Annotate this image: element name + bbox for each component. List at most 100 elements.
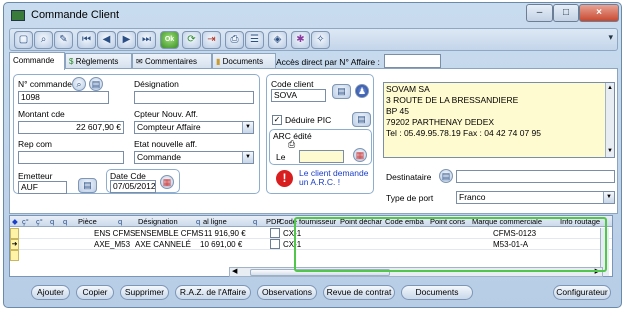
deduire-checkbox[interactable]: ✓: [272, 115, 282, 125]
destinataire-input[interactable]: [456, 170, 615, 183]
cell-total[interactable]: 10 691,00 €: [200, 240, 242, 249]
access-input[interactable]: [384, 54, 441, 68]
pdp-checkbox[interactable]: [270, 228, 280, 238]
bucket-icon[interactable]: ◈: [268, 31, 287, 49]
title-bar: Commande Client – □ ×: [4, 3, 621, 27]
cell-total[interactable]: 11 916,90 €: [204, 229, 246, 238]
repcom-label: Rep com: [18, 139, 53, 149]
folder-icon: ▮: [216, 57, 221, 66]
search-icon[interactable]: ⌕: [34, 31, 53, 49]
copier-button[interactable]: Copier: [76, 285, 114, 300]
calendar-icon[interactable]: ▦: [353, 148, 367, 162]
revue-contrat-button[interactable]: Revue de contrat: [323, 285, 395, 300]
search-icon[interactable]: q: [50, 217, 54, 226]
first-icon[interactable]: ⏮: [77, 31, 96, 49]
tab-commande[interactable]: Commande: [9, 52, 65, 70]
add-line-icon[interactable]: ◆: [12, 217, 18, 226]
destinataire-lookup-icon[interactable]: ▤: [439, 169, 453, 183]
close-button[interactable]: ×: [579, 4, 619, 22]
pdp-checkbox[interactable]: [270, 239, 280, 249]
chevron-down-icon[interactable]: ▼: [603, 192, 614, 203]
scroll-up-icon[interactable]: ▲: [606, 83, 614, 94]
tab-reglements[interactable]: $ Règlements: [65, 53, 132, 69]
tools-icon[interactable]: ✧: [311, 31, 330, 49]
ok-icon[interactable]: Ok: [160, 31, 179, 49]
new-doc-icon[interactable]: ▢: [14, 31, 33, 49]
supprimer-button[interactable]: Supprimer: [120, 285, 169, 300]
lookup-icon[interactable]: ▤: [89, 77, 103, 91]
search-icon[interactable]: q: [118, 217, 122, 226]
search-icon[interactable]: q: [63, 217, 67, 226]
row-indicator[interactable]: [10, 228, 19, 239]
etat-value: Commande: [137, 152, 181, 162]
datecde-input[interactable]: 07/05/2012: [110, 180, 156, 193]
edit-list-icon[interactable]: ☰: [245, 31, 264, 49]
designation-input[interactable]: [134, 91, 254, 104]
cell-designation[interactable]: ENSEMBLE CFMS: [135, 229, 203, 238]
window-title: Commande Client: [31, 9, 120, 21]
sort-icon[interactable]: ç°: [22, 217, 29, 226]
settings-icon[interactable]: ✱: [291, 31, 310, 49]
tab-commentaires[interactable]: ✉ Commentaires: [132, 53, 212, 69]
row-indicator[interactable]: [10, 250, 19, 261]
user-icon[interactable]: ♟: [355, 84, 369, 98]
col-total-ligne[interactable]: al ligne: [203, 217, 227, 226]
next-icon[interactable]: ▶: [117, 31, 136, 49]
ajouter-button[interactable]: Ajouter: [31, 285, 70, 300]
last-icon[interactable]: ⏭: [137, 31, 156, 49]
address-scrollbar[interactable]: ▲ ▼: [605, 83, 614, 157]
calendar-icon[interactable]: ▦: [160, 175, 174, 189]
repcom-input[interactable]: [18, 151, 124, 164]
pic-icon[interactable]: ▤: [352, 112, 371, 127]
configurateur-button[interactable]: Configurateur: [553, 285, 611, 300]
client-lookup-icon[interactable]: ▤: [332, 84, 351, 99]
arc-date-input[interactable]: [299, 150, 344, 163]
address-line: BP 45: [386, 106, 410, 116]
etat-label: Etat nouvelle aff.: [134, 139, 198, 149]
num-commande-input[interactable]: 1098: [18, 91, 109, 104]
col-piece[interactable]: Pièce: [78, 217, 97, 226]
address-box: SOVAM SA 3 ROUTE DE LA BRESSANDIERE BP 4…: [383, 82, 615, 158]
cell-designation[interactable]: AXE CANNELÉ: [135, 240, 191, 249]
edit-icon[interactable]: ✎: [54, 31, 73, 49]
scroll-left-icon[interactable]: ◀: [232, 267, 237, 275]
current-row-arrow-icon[interactable]: ➜: [10, 239, 19, 250]
toolbar-dropdown-icon[interactable]: ▾: [608, 32, 613, 43]
scroll-down-icon[interactable]: ▼: [606, 146, 614, 157]
cell-piece[interactable]: AXE_M53: [94, 240, 130, 249]
search-icon[interactable]: ⌕: [72, 77, 86, 91]
sort-icon[interactable]: ç°: [36, 217, 43, 226]
designation-label: Désignation: [134, 79, 179, 89]
print-icon[interactable]: ⎙: [225, 31, 244, 49]
num-commande-label: N° commande: [18, 79, 72, 89]
arc-group: ARC édité ⎙ Le ▦: [269, 129, 372, 165]
observations-button[interactable]: Observations: [257, 285, 317, 300]
documents-button[interactable]: Documents: [401, 285, 473, 300]
typeport-value: Franco: [459, 192, 486, 202]
client-group: Code client SOVA ▤ ♟ ✓ Déduire PIC ▤ ARC…: [266, 74, 374, 194]
refresh-icon[interactable]: ⟳: [182, 31, 201, 49]
cpteur-select[interactable]: Compteur Affaire ▼: [134, 121, 254, 134]
emetteur-input[interactable]: AUF: [18, 181, 67, 194]
emetteur-lookup-icon[interactable]: ▤: [78, 178, 97, 193]
chevron-down-icon[interactable]: ▼: [242, 152, 253, 163]
address-line: 79202 PARTHENAY DEDEX: [386, 117, 495, 127]
form-panel: N° commande ⌕ ▤ 1098 Désignation Montant…: [9, 68, 618, 214]
maximize-button[interactable]: □: [553, 4, 579, 22]
chevron-down-icon[interactable]: ▼: [242, 122, 253, 133]
exit-icon[interactable]: ⇥: [202, 31, 221, 49]
search-icon[interactable]: q: [196, 217, 200, 226]
prev-icon[interactable]: ◀: [97, 31, 116, 49]
typeport-select[interactable]: Franco ▼: [456, 191, 615, 204]
datecde-group: Date Cde 07/05/2012 ▦: [106, 169, 180, 193]
tab-documents-label: Documents: [222, 57, 264, 66]
minimize-button[interactable]: –: [526, 4, 553, 22]
raz-button[interactable]: R.A.Z. de l'Affaire: [175, 285, 251, 300]
montant-input: 22 607,90 €: [18, 121, 124, 134]
cell-piece[interactable]: ENS CFMS: [94, 229, 135, 238]
col-designation[interactable]: Désignation: [138, 217, 178, 226]
etat-select[interactable]: Commande ▼: [134, 151, 254, 164]
code-client-input[interactable]: SOVA: [271, 89, 326, 102]
tab-documents[interactable]: ▮ Documents: [212, 53, 276, 69]
search-icon[interactable]: q: [253, 217, 257, 226]
